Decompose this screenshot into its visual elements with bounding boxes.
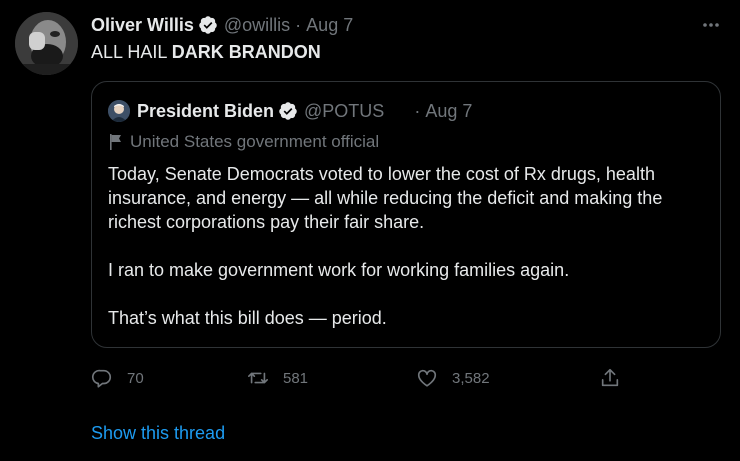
like-button[interactable]: 3,582 xyxy=(416,364,490,392)
more-options-icon xyxy=(703,23,719,27)
reply-count: 70 xyxy=(127,369,144,387)
quoted-paragraph: I ran to make government work for workin… xyxy=(108,260,570,280)
quoted-tweet-header: President Biden @POTUS · Aug 7 xyxy=(108,99,472,123)
more-options-button[interactable] xyxy=(700,16,722,34)
quoted-tweet-date[interactable]: Aug 7 xyxy=(425,101,472,122)
like-count: 3,582 xyxy=(452,369,490,387)
government-flag-icon xyxy=(110,134,121,150)
verified-badge-icon xyxy=(279,102,297,120)
tweet-text: ALL HAIL DARK BRANDON xyxy=(91,42,321,63)
separator-dot: · xyxy=(295,14,302,35)
share-icon xyxy=(601,368,619,387)
author-avatar-image xyxy=(15,12,78,75)
verified-badge-icon xyxy=(199,16,217,34)
quoted-author-avatar[interactable] xyxy=(108,100,130,122)
retweet-icon xyxy=(248,372,268,384)
retweet-button[interactable]: 581 xyxy=(247,364,308,392)
quoted-tweet[interactable]: President Biden @POTUS · Aug 7 United St… xyxy=(91,81,721,348)
reply-button[interactable]: 70 xyxy=(91,364,144,392)
retweet-count: 581 xyxy=(283,369,309,387)
quoted-tweet-text: Today, Senate Democrats voted to lower t… xyxy=(108,162,708,330)
quoted-author-name[interactable]: President Biden xyxy=(137,101,274,122)
author-handle[interactable]: @owillis xyxy=(224,15,290,36)
action-bar: 70 581 3,582 xyxy=(91,364,731,392)
tweet-date[interactable]: Aug 7 xyxy=(306,15,353,36)
quoted-paragraph: That’s what this bill does — period. xyxy=(108,308,387,328)
quoted-author-avatar-image xyxy=(108,100,130,122)
government-label: United States government official xyxy=(108,132,379,152)
author-avatar[interactable] xyxy=(15,12,78,75)
reply-icon xyxy=(92,369,112,388)
tweet-text-bold: DARK BRANDON xyxy=(171,42,321,62)
tweet[interactable]: Oliver Willis @owillis · Aug 7 ALL HAIL … xyxy=(0,0,740,461)
separator-dot: · xyxy=(414,100,421,121)
show-thread-link[interactable]: Show this thread xyxy=(91,423,225,444)
tweet-header: Oliver Willis @owillis · Aug 7 xyxy=(91,13,353,37)
like-icon xyxy=(417,369,437,387)
quoted-paragraph: Today, Senate Democrats voted to lower t… xyxy=(108,164,663,232)
tweet-text-prefix: ALL HAIL xyxy=(91,42,172,62)
author-name[interactable]: Oliver Willis xyxy=(91,15,194,36)
share-button[interactable] xyxy=(599,364,621,392)
government-label-text: United States government official xyxy=(130,132,380,151)
quoted-author-handle[interactable]: @POTUS xyxy=(304,101,384,122)
